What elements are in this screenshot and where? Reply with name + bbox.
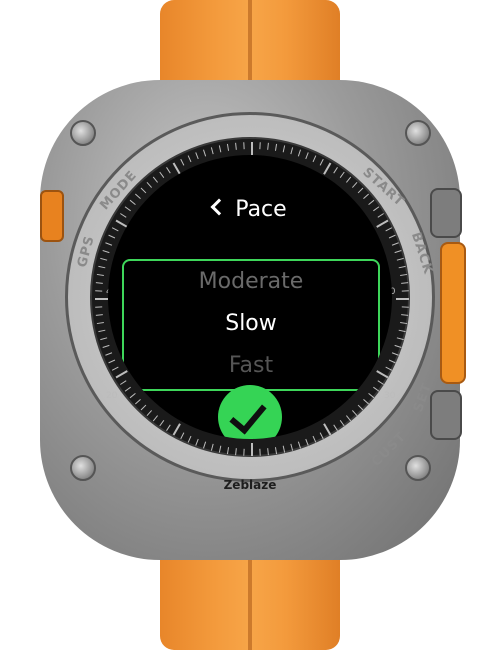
picker-option-selected[interactable]: Slow xyxy=(124,311,378,336)
gps-mode-button[interactable] xyxy=(40,190,64,242)
set-button[interactable] xyxy=(430,390,462,440)
tick-number: 30 xyxy=(384,391,396,401)
back-button[interactable] xyxy=(440,242,466,384)
picker-option-next[interactable]: Fast xyxy=(124,353,378,378)
brand-logo: Zeblaze xyxy=(223,478,277,492)
page-title: Pace xyxy=(235,197,287,222)
check-icon xyxy=(229,395,267,435)
picker-option-previous[interactable]: Moderate xyxy=(124,269,378,294)
tick-number: 20 xyxy=(106,391,118,401)
chevron-left-icon[interactable] xyxy=(210,198,228,216)
watch-screen: Pace Moderate Slow Fast xyxy=(108,155,392,439)
start-button[interactable] xyxy=(430,188,462,238)
pace-picker[interactable]: Moderate Slow Fast xyxy=(122,259,380,391)
confirm-button[interactable] xyxy=(218,385,282,439)
header[interactable]: Pace xyxy=(108,197,392,222)
